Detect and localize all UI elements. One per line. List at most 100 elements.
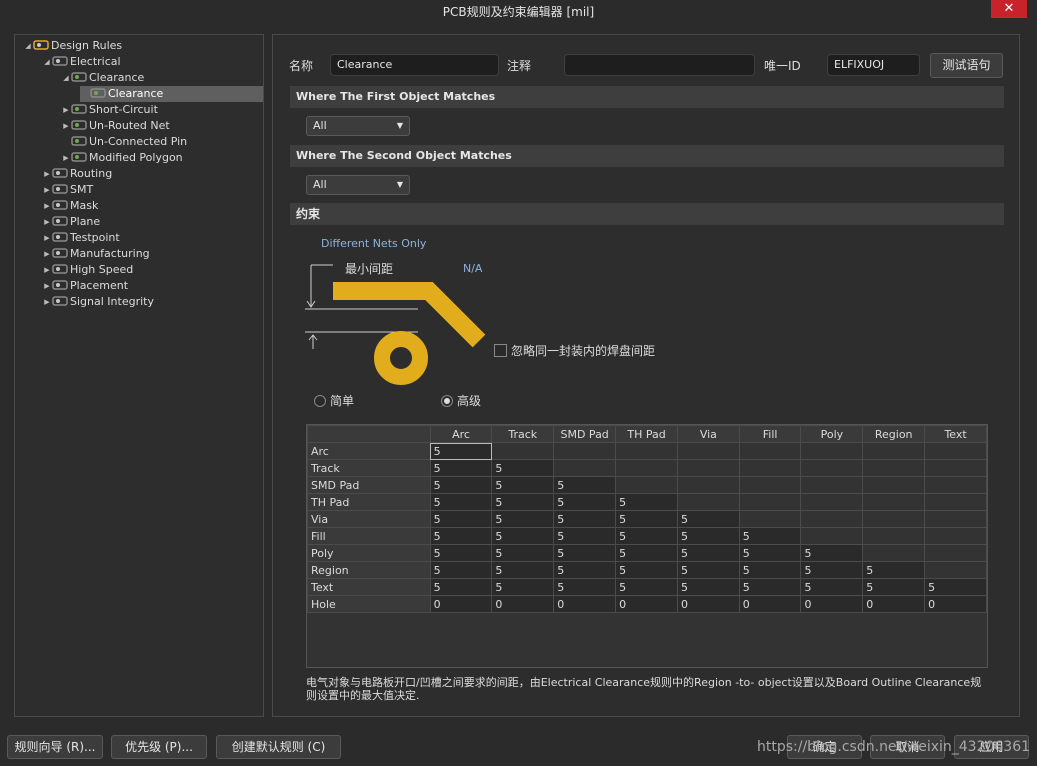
tree-item-un-routed-net[interactable]: ▶ Un-Routed Net (61, 118, 169, 134)
expand-arrow-icon[interactable]: ▶ (61, 118, 71, 134)
expand-arrow-icon[interactable]: ▶ (42, 198, 52, 214)
matrix-cell[interactable]: 5 (615, 510, 678, 528)
matrix-cell[interactable]: 5 (491, 578, 555, 596)
expand-arrow-icon[interactable]: ▶ (42, 262, 52, 278)
matrix-cell[interactable]: 5 (491, 459, 555, 477)
second-object-dropdown[interactable]: All ▼ (306, 175, 410, 195)
matrix-cell[interactable]: 5 (491, 527, 555, 545)
ignore-pads-checkbox[interactable] (494, 344, 507, 357)
matrix-cell[interactable]: 5 (738, 578, 802, 596)
mode-simple-radio[interactable]: 简单 (314, 392, 354, 409)
matrix-cell[interactable]: 0 (429, 595, 493, 613)
matrix-cell[interactable]: 5 (429, 527, 493, 545)
close-button[interactable]: ✕ (991, 0, 1027, 18)
tree-item-electrical[interactable]: ◢ Electrical (42, 54, 120, 70)
tree-item-short-circuit[interactable]: ▶ Short-Circuit (61, 102, 158, 118)
matrix-cell[interactable]: 5 (491, 510, 555, 528)
matrix-cell[interactable]: 5 (553, 510, 617, 528)
net-scope-selector[interactable]: Different Nets Only (321, 237, 426, 250)
tree-item-manufacturing[interactable]: ▶ Manufacturing (42, 246, 149, 262)
matrix-cell[interactable]: 5 (553, 578, 617, 596)
matrix-cell[interactable]: 5 (491, 561, 555, 579)
create-default-rules-button[interactable]: 创建默认规则 (C) (216, 735, 341, 759)
tree-item-un-connected-pin[interactable]: Un-Connected Pin (61, 134, 187, 150)
matrix-cell[interactable]: 5 (615, 544, 678, 562)
tree-item-modified-polygon[interactable]: ▶ Modified Polygon (61, 150, 182, 166)
matrix-cell[interactable]: 5 (429, 510, 493, 528)
matrix-cell[interactable]: 5 (800, 544, 864, 562)
matrix-cell[interactable]: 5 (615, 527, 678, 545)
comment-field[interactable] (564, 54, 755, 76)
matrix-cell[interactable]: 5 (615, 561, 678, 579)
matrix-cell[interactable]: 5 (738, 544, 802, 562)
tree-item-routing[interactable]: ▶ Routing (42, 166, 112, 182)
matrix-cell[interactable]: 5 (924, 578, 987, 596)
matrix-cell[interactable]: 5 (553, 527, 617, 545)
expand-arrow-icon[interactable]: ▶ (42, 182, 52, 198)
tree-item-mask[interactable]: ▶ Mask (42, 198, 98, 214)
ok-button[interactable]: 确定 (787, 735, 862, 759)
matrix-cell[interactable]: 5 (429, 476, 493, 494)
matrix-cell[interactable]: 0 (800, 595, 864, 613)
matrix-cell[interactable]: 0 (862, 595, 926, 613)
expand-arrow-icon[interactable]: ▶ (42, 230, 52, 246)
tree-item-smt[interactable]: ▶ SMT (42, 182, 93, 198)
ignore-pads-option[interactable]: 忽略同一封装内的焊盘间距 (494, 342, 655, 359)
matrix-cell[interactable]: 5 (800, 578, 864, 596)
matrix-cell[interactable]: 5 (491, 476, 555, 494)
matrix-cell[interactable]: 5 (429, 459, 493, 477)
tree-item-placement[interactable]: ▶ Placement (42, 278, 128, 294)
matrix-cell[interactable]: 5 (429, 578, 493, 596)
matrix-cell[interactable]: 5 (862, 578, 926, 596)
matrix-cell[interactable]: 5 (738, 527, 802, 545)
matrix-cell[interactable]: 5 (676, 510, 740, 528)
matrix-cell[interactable]: 5 (676, 578, 740, 596)
matrix-cell[interactable]: 0 (738, 595, 802, 613)
matrix-cell[interactable]: 0 (615, 595, 678, 613)
matrix-cell[interactable]: 5 (676, 544, 740, 562)
matrix-cell[interactable]: 0 (676, 595, 740, 613)
tree-item-signal-integrity[interactable]: ▶ Signal Integrity (42, 294, 154, 310)
matrix-cell[interactable]: 5 (491, 493, 555, 511)
collapse-arrow-icon[interactable]: ◢ (42, 54, 52, 70)
mode-advanced-radio[interactable]: 高级 (441, 392, 481, 409)
matrix-cell[interactable]: 5 (491, 544, 555, 562)
expand-arrow-icon[interactable]: ▶ (42, 214, 52, 230)
matrix-cell[interactable]: 5 (429, 493, 493, 511)
expand-arrow-icon[interactable]: ▶ (42, 246, 52, 262)
matrix-cell[interactable]: 5 (553, 544, 617, 562)
matrix-cell[interactable]: 0 (553, 595, 617, 613)
matrix-cell[interactable]: 0 (491, 595, 555, 613)
first-object-dropdown[interactable]: All ▼ (306, 116, 410, 136)
cancel-button[interactable]: 取消 (870, 735, 945, 759)
rule-wizard-button[interactable]: 规则向导 (R)... (7, 735, 103, 759)
tree-item-high-speed[interactable]: ▶ High Speed (42, 262, 133, 278)
unique-id-field[interactable]: ELFIXUOJ (827, 54, 920, 76)
tree-item-clearance[interactable]: ◢ Clearance (61, 70, 144, 86)
matrix-cell[interactable]: 5 (429, 561, 493, 579)
expand-arrow-icon[interactable]: ▶ (61, 102, 71, 118)
min-clearance-value[interactable]: N/A (463, 262, 482, 275)
tree-item-design-rules[interactable]: ◢ Design Rules (23, 38, 122, 54)
matrix-cell[interactable]: 5 (553, 493, 617, 511)
name-field[interactable]: Clearance (330, 54, 499, 76)
expand-arrow-icon[interactable]: ▶ (42, 278, 52, 294)
matrix-cell[interactable]: 5 (615, 578, 678, 596)
matrix-cell[interactable]: 5 (676, 527, 740, 545)
matrix-cell[interactable]: 0 (924, 595, 987, 613)
tree-item-clearance[interactable]: Clearance (80, 86, 263, 102)
matrix-cell[interactable]: 5 (738, 561, 802, 579)
priority-button[interactable]: 优先级 (P)... (111, 735, 207, 759)
matrix-cell[interactable]: 5 (615, 493, 678, 511)
test-query-button[interactable]: 测试语句 (930, 53, 1003, 78)
tree-item-testpoint[interactable]: ▶ Testpoint (42, 230, 119, 246)
expand-arrow-icon[interactable]: ▶ (42, 166, 52, 182)
collapse-arrow-icon[interactable]: ◢ (23, 38, 33, 54)
matrix-cell[interactable]: 5 (862, 561, 926, 579)
tree-item-plane[interactable]: ▶ Plane (42, 214, 100, 230)
matrix-cell[interactable]: 5 (429, 544, 493, 562)
apply-button[interactable]: 应用 (954, 735, 1029, 759)
matrix-cell[interactable]: 5 (553, 476, 617, 494)
expand-arrow-icon[interactable]: ▶ (42, 294, 52, 310)
rule-tree[interactable]: ◢ Design Rules ◢ Electrical ◢ Clearance Cleara… (14, 34, 264, 717)
